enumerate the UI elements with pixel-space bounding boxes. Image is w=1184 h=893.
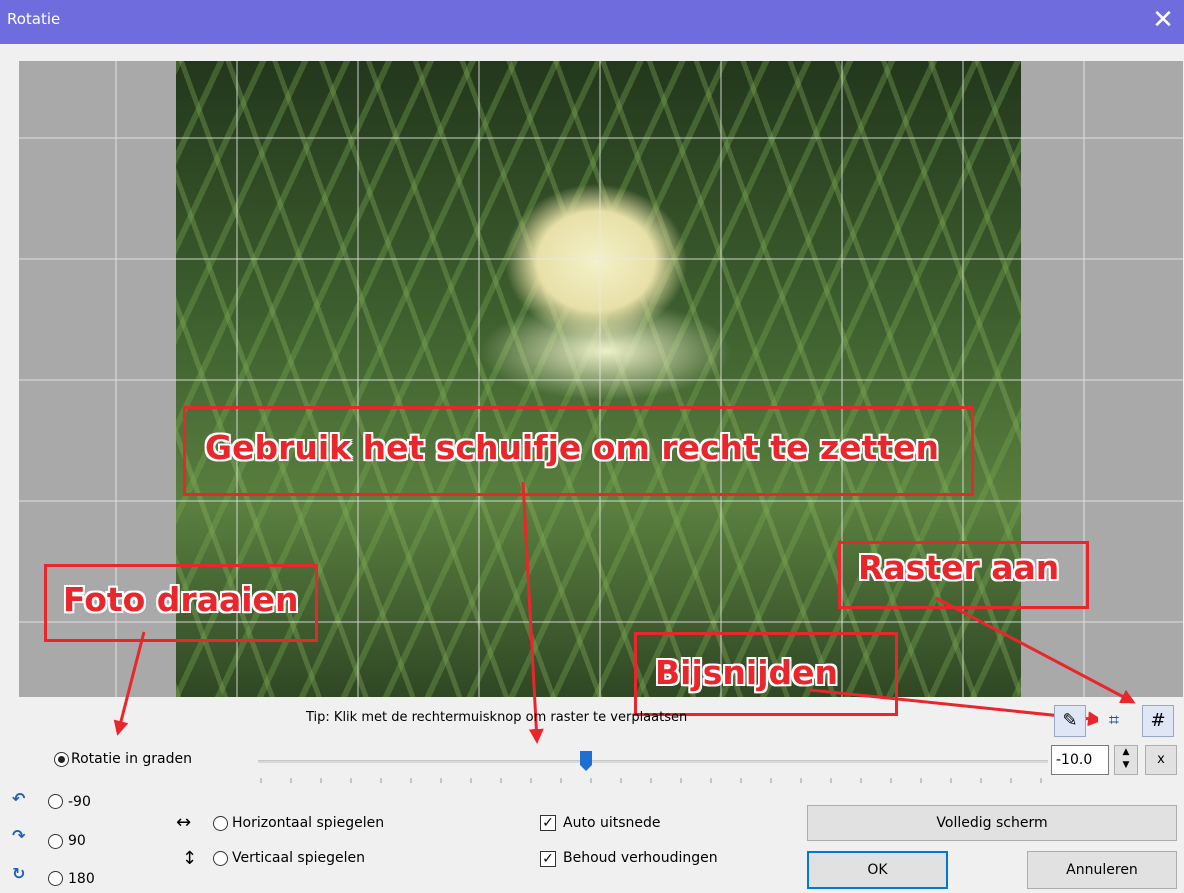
rotate-180-label: 180 [68,871,95,887]
cancel-button[interactable]: Annuleren [1027,851,1177,889]
rotate-right-icon: ↷ [12,826,26,845]
spin-down-icon[interactable]: ▼ [1115,759,1137,772]
rotation-slider-track[interactable] [258,760,1048,763]
rotate-90-label: 90 [68,833,86,849]
auto-crop-label: Auto uitsnede [563,815,661,831]
rotate-90-radio[interactable] [48,834,63,849]
mirror-horizontal-icon: ↔ [176,812,192,833]
rotation-degrees-radio[interactable] [54,752,69,767]
rotate-180-radio[interactable] [48,871,63,886]
grid-icon[interactable]: # [1142,705,1174,737]
reset-rotation-button[interactable]: x [1145,745,1177,775]
auto-crop-checkbox[interactable]: ✓ [540,815,556,831]
spin-up-icon[interactable]: ▲ [1115,746,1137,759]
grid-hint-text: Raster aan [858,548,1060,587]
slider-hint-text: Gebruik het schuifje om recht te zetten [205,428,939,467]
window-title: Rotatie [7,10,61,28]
title-bar: Rotatie ✕ [0,0,1184,44]
rotate-minus-90-label: -90 [68,794,91,810]
rotate-hint-text: Foto draaien [63,580,299,619]
rotate-180-icon: ↻ [12,864,26,883]
fullscreen-button[interactable]: Volledig scherm [807,805,1177,841]
rotate-minus-90-radio[interactable] [48,794,63,809]
rotate-left-icon: ↶ [12,789,26,808]
mirror-vertical-icon: ↕ [182,848,198,869]
keep-ratio-checkbox[interactable]: ✓ [540,851,556,867]
crop-hint-text: Bijsnijden [655,653,839,692]
mirror-horizontal-label: Horizontaal spiegelen [232,815,385,831]
tip-text: Tip: Klik met de rechtermuisknop om rast… [306,710,688,725]
mirror-vertical-label: Verticaal spiegelen [232,850,365,866]
crop-icon[interactable]: ⌗ [1098,705,1130,737]
mirror-vertical-radio[interactable] [213,851,228,866]
keep-ratio-label: Behoud verhoudingen [563,850,718,866]
ok-button[interactable]: OK [807,851,948,889]
close-icon[interactable]: ✕ [1146,3,1180,37]
rotation-slider-thumb[interactable] [580,751,592,771]
rotation-spinner[interactable]: ▲ ▼ [1114,745,1138,775]
straighten-pen-icon[interactable]: ✎ [1054,705,1086,737]
mirror-horizontal-radio[interactable] [213,816,228,831]
rotation-slider-ticks [260,778,1042,783]
rotation-value-input[interactable]: -10.0 [1051,745,1109,775]
rotation-degrees-label: Rotatie in graden [71,751,192,767]
